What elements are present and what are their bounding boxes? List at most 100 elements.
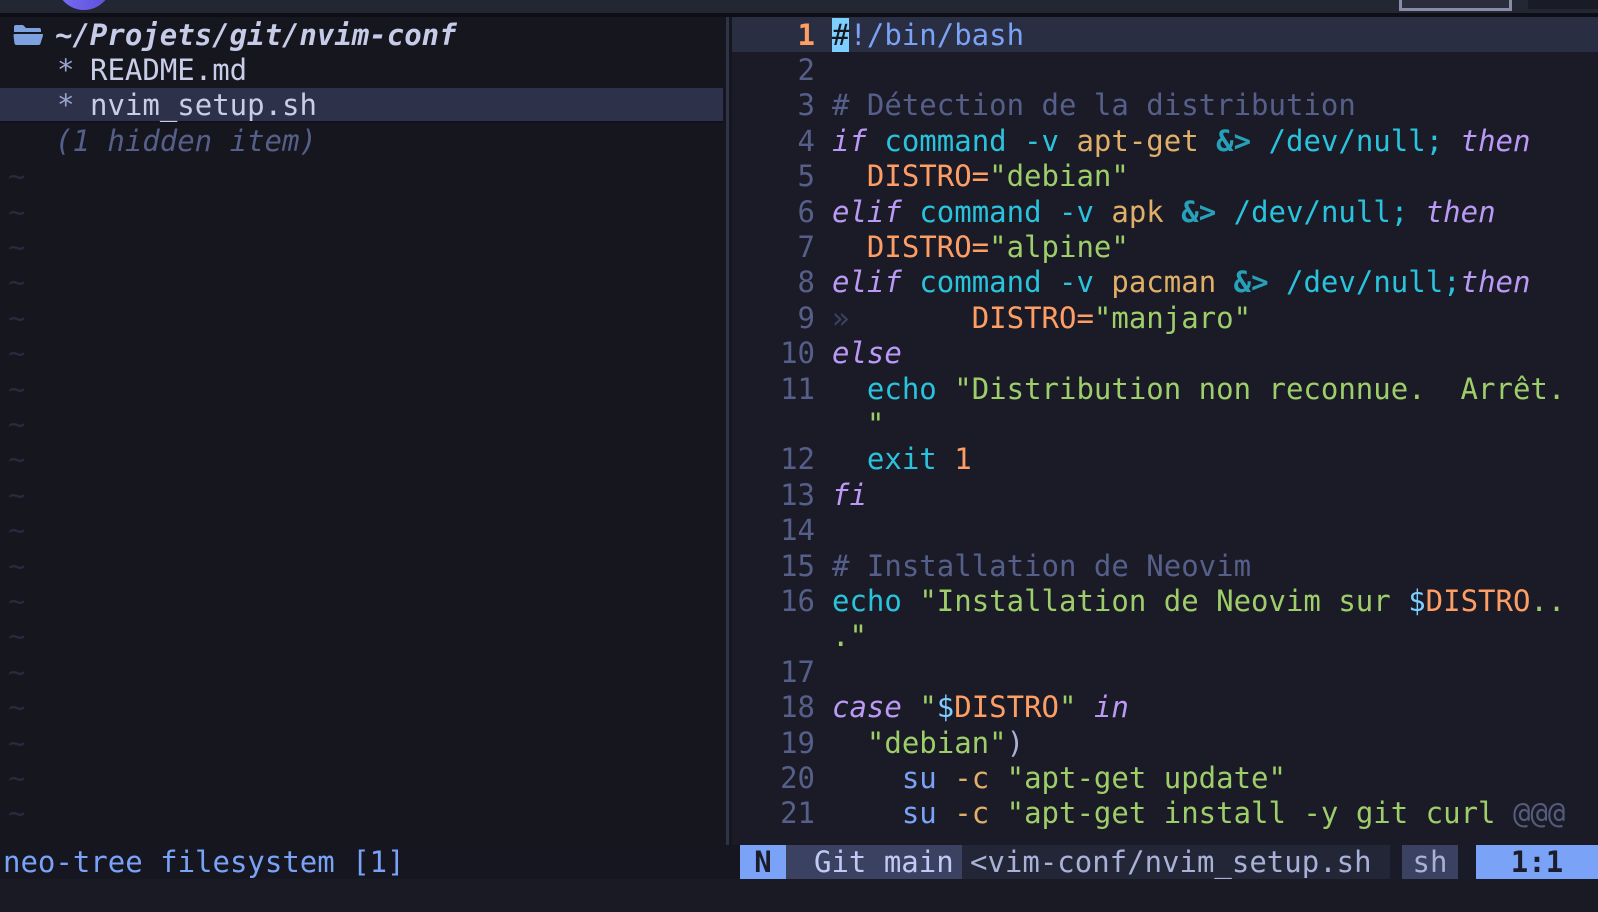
code-line[interactable]: 5 DISTRO="debian": [732, 159, 1598, 194]
code-text: su -c "apt-get update": [832, 761, 1286, 795]
code-line[interactable]: 2: [732, 52, 1598, 87]
tilde-marker: ~: [8, 230, 25, 264]
tree-empty-line: ~: [0, 583, 723, 618]
code-line[interactable]: 9 » DISTRO="manjaro": [732, 300, 1598, 335]
tilde-marker: ~: [8, 407, 25, 441]
code-line[interactable]: 17: [732, 654, 1598, 689]
code-text: else: [832, 336, 902, 370]
tilde-marker: ~: [8, 796, 25, 830]
tilde-marker: ~: [8, 549, 25, 583]
cursor-position-segment: 1:1: [1476, 845, 1598, 879]
line-number: 5: [732, 159, 815, 193]
line-number: 14: [732, 513, 815, 547]
code-line[interactable]: 7 DISTRO="alpine": [732, 229, 1598, 264]
code-line[interactable]: 3# Détection de la distribution: [732, 88, 1598, 123]
code-text: elif command -v apk &> /dev/null; then: [832, 195, 1496, 229]
code-line[interactable]: 4 if command -v apt-get &> /dev/null; the…: [732, 123, 1598, 158]
file-mark-icon: *: [57, 53, 90, 87]
window-separator[interactable]: [723, 17, 732, 845]
line-number: 18: [732, 690, 815, 724]
terminal-top-chrome: [0, 0, 1598, 13]
code-text: ": [832, 407, 884, 441]
tilde-marker: ~: [8, 159, 25, 193]
code-text: case "$DISTRO" in: [832, 690, 1129, 724]
code-line[interactable]: 6 elif command -v apk &> /dev/null; then: [732, 194, 1598, 229]
tree-empty-line: ~: [0, 654, 723, 689]
line-number: 12: [732, 442, 815, 476]
code-text: #!/bin/bash: [832, 18, 1024, 52]
tilde-marker: ~: [8, 655, 25, 689]
tree-empty-line: ~: [0, 512, 723, 547]
line-number: 9: [732, 301, 815, 335]
code-line[interactable]: 16echo "Installation de Neovim sur $DIST…: [732, 583, 1598, 618]
tree-empty-line: ~: [0, 619, 723, 654]
window-corner-chip: [1528, 0, 1598, 9]
line-number: 20: [732, 761, 815, 795]
code-line[interactable]: 1#!/bin/bash: [732, 17, 1598, 52]
window-button-outline[interactable]: [1399, 0, 1512, 11]
tilde-marker: ~: [8, 690, 25, 724]
code-line[interactable]: 20 su -c "apt-get update": [732, 760, 1598, 795]
hidden-items-label: (1 hidden item): [55, 124, 317, 158]
tree-root-path: ~/Projets/git/nvim-conf: [55, 18, 457, 52]
line-number: 4: [732, 124, 815, 158]
tree-empty-line: ~: [0, 725, 723, 760]
code-line[interactable]: 10 else: [732, 336, 1598, 371]
tree-empty-line: ~: [0, 442, 723, 477]
tree-item-nvim_setup.sh[interactable]: *nvim_setup.sh: [0, 88, 723, 123]
code-line[interactable]: 19 "debian"): [732, 725, 1598, 760]
git-branch-segment: Git main: [786, 845, 962, 879]
line-number: 3: [732, 88, 815, 122]
code-line[interactable]: 14: [732, 512, 1598, 547]
code-line[interactable]: ": [732, 406, 1598, 441]
code-line[interactable]: 8 elif command -v pacman &> /dev/null;the…: [732, 265, 1598, 300]
tree-empty-line: ~: [0, 406, 723, 441]
code-line[interactable]: 13fi: [732, 477, 1598, 512]
neo-tree-panel[interactable]: ~/Projets/git/nvim-conf*README.md*nvim_s…: [0, 17, 723, 845]
code-line[interactable]: 21 su -c "apt-get install -y git curl @@…: [732, 796, 1598, 831]
tilde-marker: ~: [8, 584, 25, 618]
tree-hidden-note: (1 hidden item): [0, 123, 723, 158]
filetype-segment: sh: [1402, 845, 1458, 879]
tilde-marker: ~: [8, 478, 25, 512]
neotree-statusline: neo-tree filesystem [1]: [0, 845, 723, 879]
filename-segment: <vim-conf/nvim_setup.sh: [962, 845, 1390, 879]
tree-item-README.md[interactable]: *README.md: [0, 52, 723, 87]
tree-empty-line: ~: [0, 689, 723, 724]
tree-empty-line: ~: [0, 194, 723, 229]
statusline: neo-tree filesystem [1] N Git main <vim-…: [0, 845, 1598, 879]
main-content: ~/Projets/git/nvim-conf*README.md*nvim_s…: [0, 17, 1598, 845]
code-line[interactable]: 12 exit 1: [732, 442, 1598, 477]
code-line[interactable]: 15# Installation de Neovim: [732, 548, 1598, 583]
tilde-marker: ~: [8, 336, 25, 370]
code-line[interactable]: 18 case "$DISTRO" in: [732, 689, 1598, 724]
code-text: if command -v apt-get &> /dev/null; then: [832, 124, 1530, 158]
line-number: 8: [732, 265, 815, 299]
tilde-marker: ~: [8, 442, 25, 476]
neo-tree-rows: ~/Projets/git/nvim-conf*README.md*nvim_s…: [0, 17, 723, 831]
code-text: DISTRO="alpine": [832, 230, 1129, 264]
code-text: echo "Installation de Neovim sur $DISTRO…: [832, 584, 1565, 618]
code-text: DISTRO="debian": [832, 159, 1129, 193]
line-number: 15: [732, 549, 815, 583]
code-line[interactable]: 11 echo "Distribution non reconnue. Arrê…: [732, 371, 1598, 406]
line-number: 10: [732, 336, 815, 370]
code-text: elif command -v pacman &> /dev/null;then: [832, 265, 1530, 299]
code-line[interactable]: .": [732, 619, 1598, 654]
editor-buffer[interactable]: 1#!/bin/bash23# Détection de la distribu…: [732, 17, 1598, 845]
code-text: su -c "apt-get install -y git curl @@@: [832, 796, 1565, 830]
tilde-marker: ~: [8, 301, 25, 335]
mode-indicator: N: [740, 845, 786, 879]
tree-empty-line: ~: [0, 265, 723, 300]
tree-empty-line: ~: [0, 760, 723, 795]
tree-root-item[interactable]: ~/Projets/git/nvim-conf: [0, 17, 723, 52]
tree-item-label: nvim_setup.sh: [90, 88, 317, 122]
command-line[interactable]: [0, 879, 1598, 912]
tree-empty-line: ~: [0, 229, 723, 264]
folder-open-icon: [13, 23, 45, 47]
tilde-marker: ~: [8, 761, 25, 795]
line-number: 6: [732, 195, 815, 229]
tree-empty-line: ~: [0, 477, 723, 512]
code-text: » DISTRO="manjaro": [832, 301, 1251, 335]
line-number: 11: [732, 372, 815, 406]
